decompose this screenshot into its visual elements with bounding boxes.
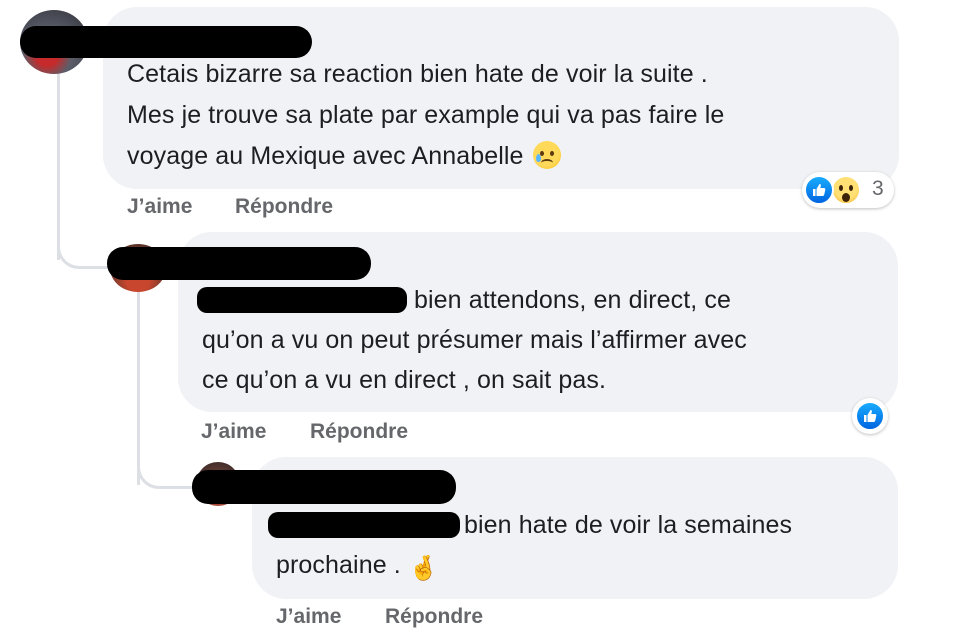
- like-button[interactable]: J’aime: [276, 605, 341, 629]
- wow-icon: [831, 175, 861, 205]
- thread-connector: [137, 400, 200, 489]
- crossed-fingers-icon: 🤞: [408, 555, 439, 582]
- comment-text-line: qu’on a vu on peut présumer mais l’affir…: [202, 326, 747, 354]
- comment-text-line: bien hate de voir la semaines: [464, 511, 793, 539]
- like-icon: [855, 401, 885, 431]
- redacted-author-name: [107, 247, 371, 280]
- reactions-summary[interactable]: 3: [802, 172, 894, 208]
- redacted-mention: [268, 512, 460, 538]
- comment-text-segment: prochaine .: [276, 551, 401, 579]
- like-icon: [804, 175, 834, 205]
- comment-text-line: Cetais bizarre sa reaction bien hate de …: [127, 60, 708, 88]
- reply-button[interactable]: Répondre: [235, 195, 333, 219]
- sad-tear-face-icon: [532, 141, 561, 169]
- like-button[interactable]: J’aime: [127, 195, 192, 219]
- comment-text-segment: voyage au Mexique avec Annabelle: [127, 142, 524, 170]
- comment-thread: Cetais bizarre sa reaction bien hate de …: [0, 0, 980, 634]
- reactions-summary[interactable]: [852, 398, 888, 434]
- comment-text-line: ce qu’on a vu en direct , on sait pas.: [202, 366, 607, 394]
- reply-button[interactable]: Répondre: [310, 420, 408, 444]
- comment-text-line: bien attendons, en direct, ce: [414, 286, 731, 314]
- comment-text-line: prochaine . 🤞: [276, 545, 439, 589]
- redacted-mention: [197, 287, 407, 313]
- like-button[interactable]: J’aime: [201, 420, 266, 444]
- reply-button[interactable]: Répondre: [385, 605, 483, 629]
- comment-text-line: voyage au Mexique avec Annabelle: [127, 136, 561, 177]
- reaction-count: 3: [872, 177, 884, 200]
- redacted-author-name: [192, 470, 456, 504]
- comment-text-line: Mes je trouve sa plate par example qui v…: [127, 101, 725, 129]
